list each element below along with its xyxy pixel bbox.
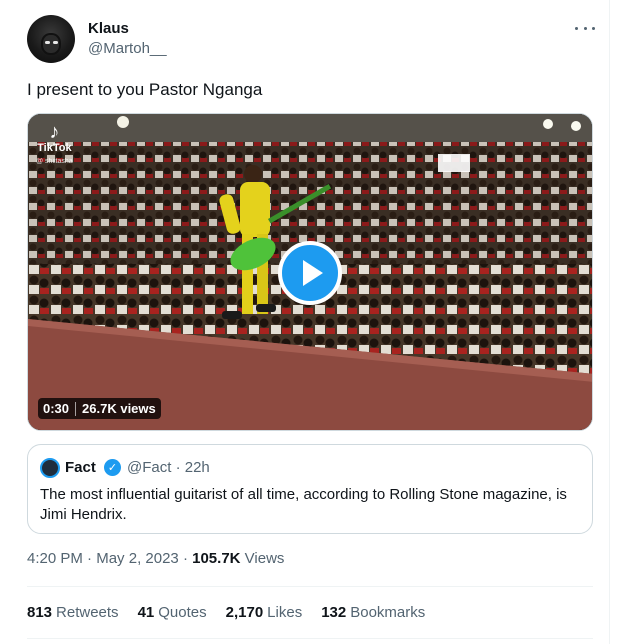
bookmarks-label: Bookmarks [350,604,426,621]
tweet-text: I present to you Pastor Nganga [27,80,263,99]
retweets-count: 813 [27,604,53,621]
play-icon [303,260,323,286]
bookmarks-stat[interactable]: 132 Bookmarks [321,604,425,621]
quotes-stat[interactable]: 41 Quotes [138,604,207,621]
video-info-badge: 0:30 26.7K views [38,398,161,419]
quoted-avatar [40,458,60,478]
author-name[interactable]: Klaus [88,20,129,37]
avatar-eye-right [53,41,58,44]
quoted-handle: @Fact [127,459,172,476]
more-options-icon[interactable] [575,20,595,36]
author-avatar[interactable] [27,15,75,63]
verified-badge-icon: ✓ [104,459,121,476]
retweets-label: Retweets [56,604,119,621]
tiktok-icon: ♪ [49,121,60,143]
video-views: 26.7K views [82,401,156,416]
quotes-label: Quotes [158,604,207,621]
quoted-text: The most influential guitarist of all ti… [40,486,567,523]
tweet-card: Klaus @Martoh__ I present to you Pastor … [0,0,610,644]
author-handle[interactable]: @Martoh__ [88,40,167,57]
tiktok-label: TikTok [37,142,72,154]
divider [27,638,593,639]
tiktok-user: @ shiitasha [36,158,73,165]
divider [27,586,593,587]
tweet-date[interactable]: May 2, 2023 [96,550,179,567]
retweets-stat[interactable]: 813 Retweets [27,604,119,621]
views-count: 105.7K [192,550,241,567]
quoted-author-name: Fact [65,459,96,476]
video-player[interactable]: ♪ TikTok @ shiitasha 0:30 26.7K views [27,113,593,431]
likes-stat[interactable]: 2,170 Likes [226,604,303,621]
bookmarks-count: 132 [321,604,347,621]
quoted-time: 22h [184,459,210,476]
play-button[interactable] [278,241,342,305]
engagement-stats: 813 Retweets 41 Quotes 2,170 Likes 132 Bookm… [27,604,425,621]
likes-label: Likes [267,604,303,621]
tweet-time[interactable]: 4:20 PM [27,550,83,567]
tiktok-watermark: ♪ TikTok @ shiitasha [36,122,73,166]
badge-divider [75,401,77,416]
quoted-tweet[interactable]: Fact ✓ @Fact · 22h The most influential … [27,444,593,534]
likes-count: 2,170 [225,604,264,621]
tweet-meta: 4:20 PM · May 2, 2023 · 105.7K Views [27,550,285,567]
avatar-face [41,33,61,55]
video-duration: 0:30 [43,401,70,416]
quoted-meta: @Fact · 22h [127,459,210,476]
quotes-count: 41 [137,604,155,621]
views-label: Views [244,550,285,567]
avatar-eye-left [45,41,50,44]
